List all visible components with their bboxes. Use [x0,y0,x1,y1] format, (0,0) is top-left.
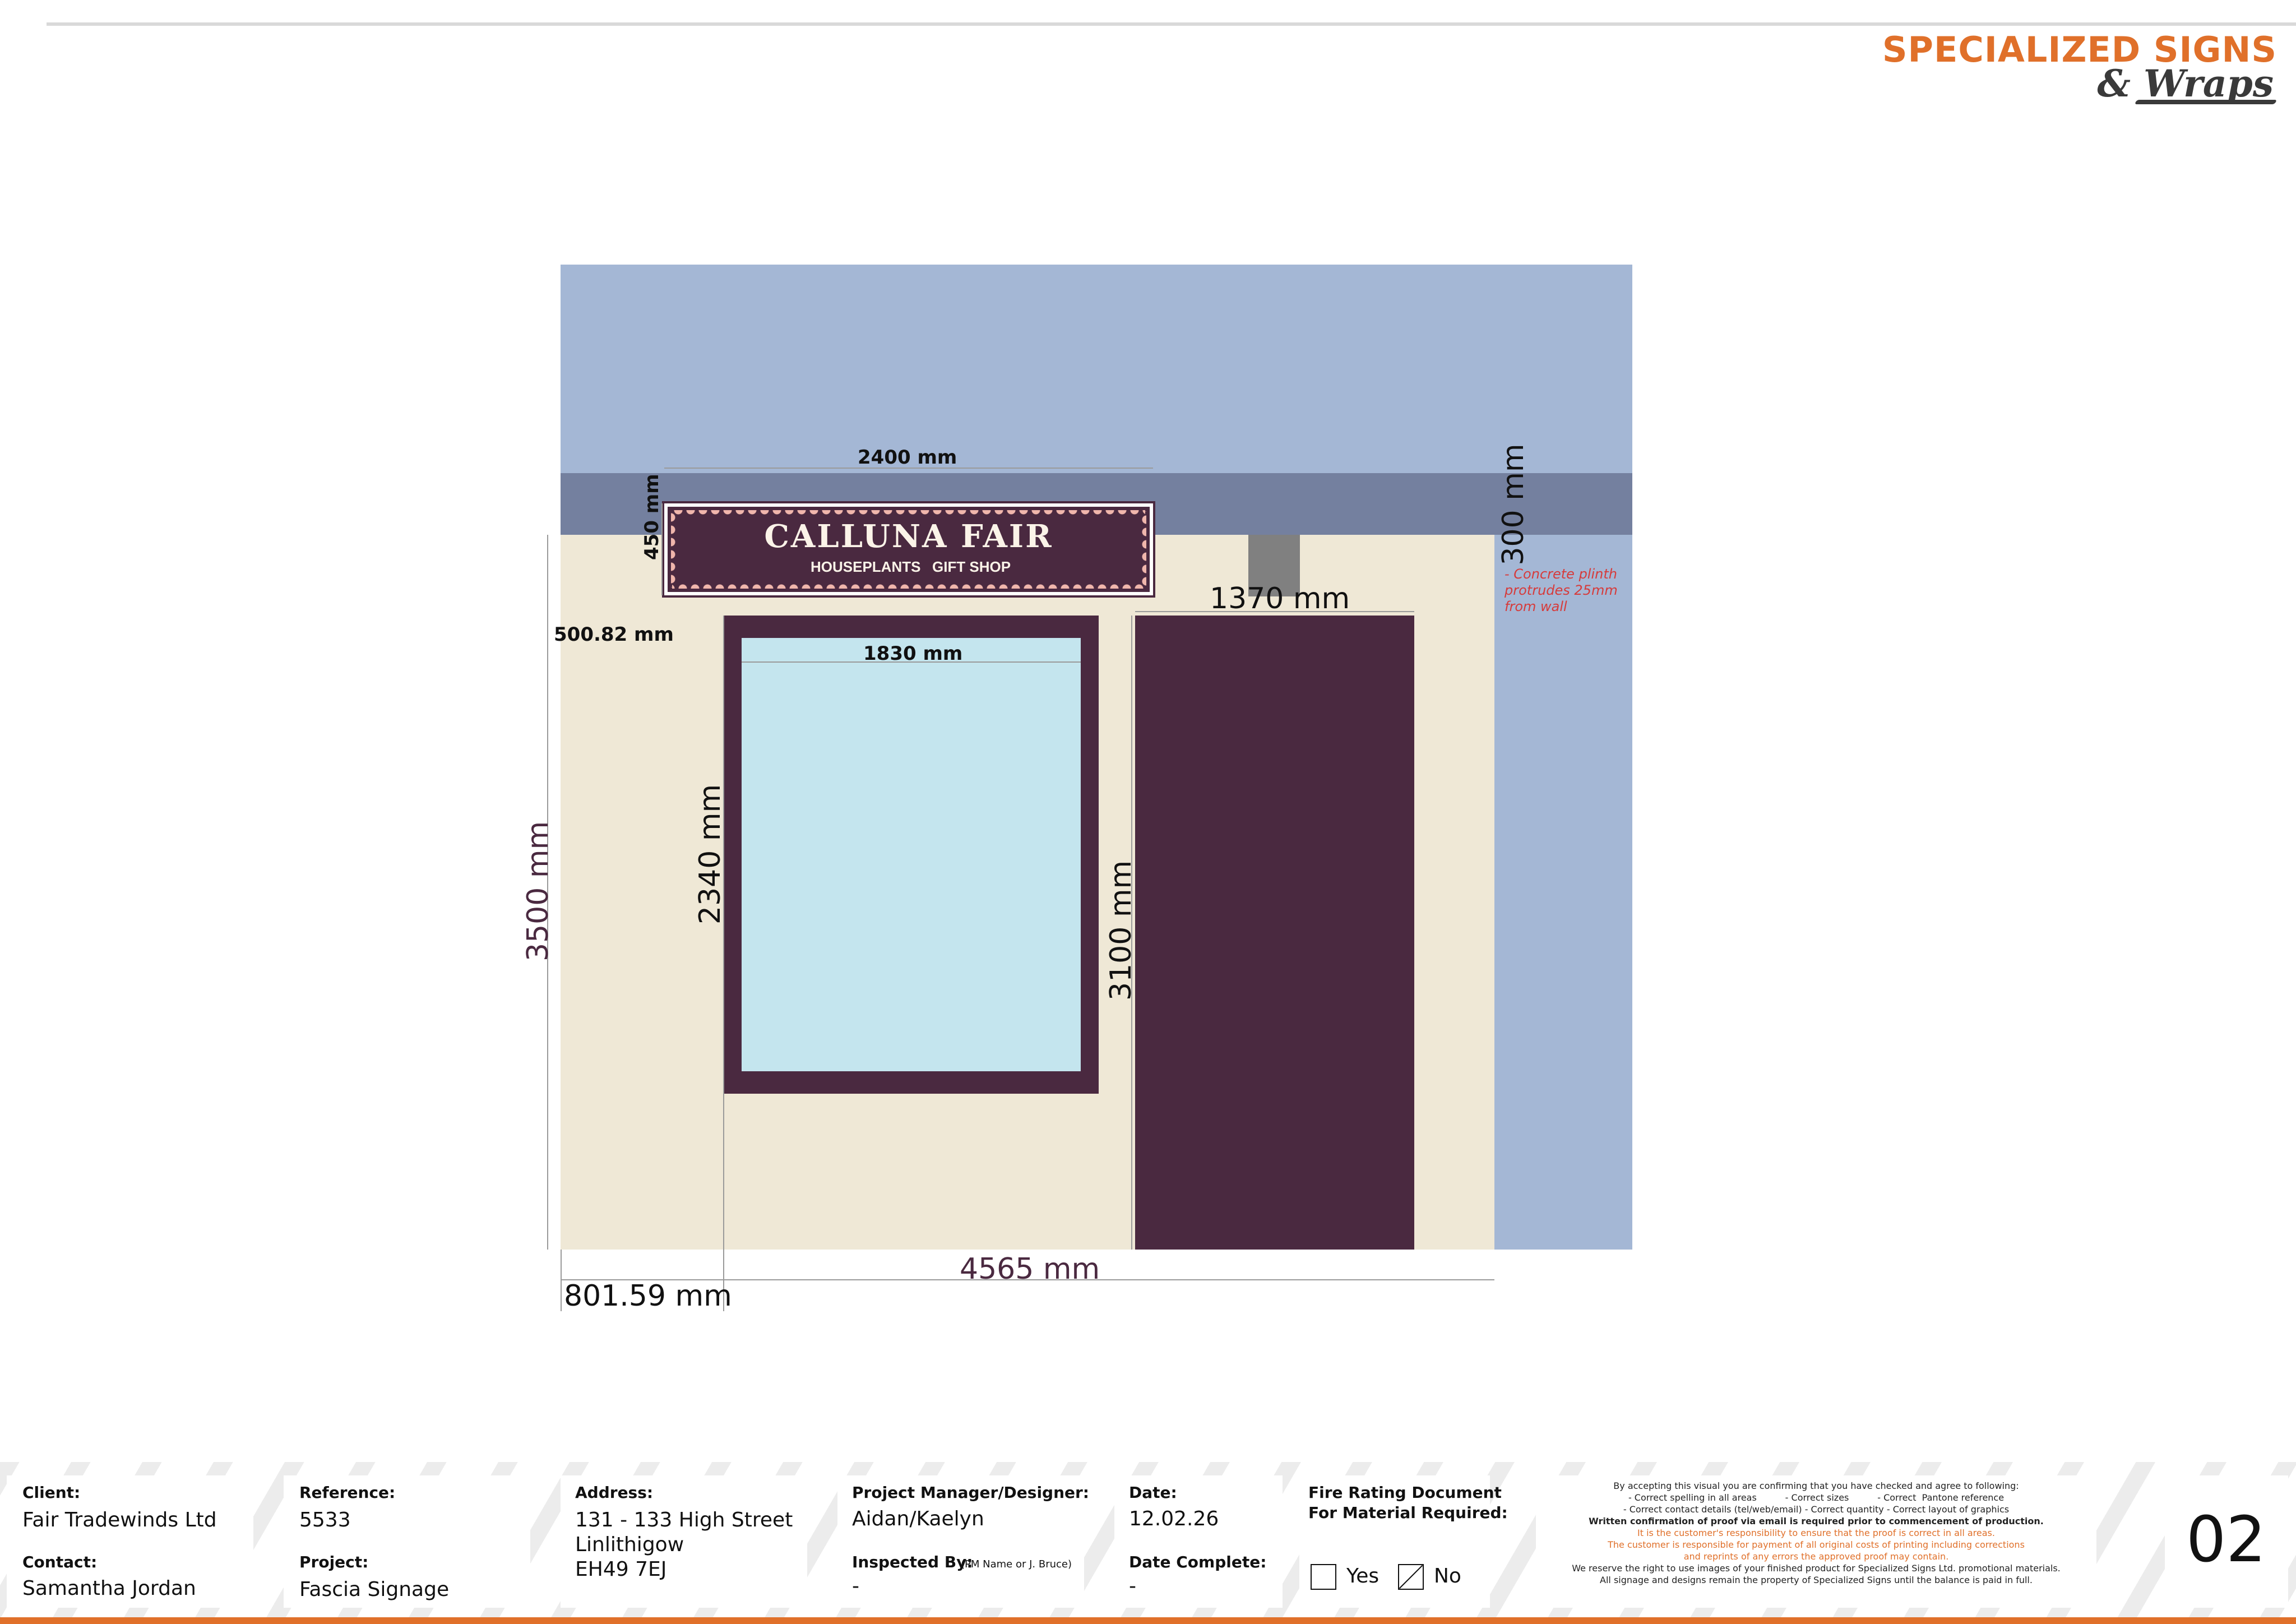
right-band-label: 300 mm [1497,443,1530,566]
legal-line-2: - Correct spelling in all areas - Correc… [1628,1492,2005,1503]
sign-height-label: 450 mm [641,474,663,560]
legal-terms: By accepting this visual you are confirm… [1558,1480,2074,1586]
footer-accent-bar [0,1617,2296,1624]
legal-line-7: and reprints of any errors the approved … [1683,1551,1949,1562]
contact-value: Samantha Jordan [22,1577,196,1600]
date-complete-value: - [1129,1575,1136,1598]
logo-swoosh [2134,100,2278,104]
reference-value: 5533 [299,1509,351,1532]
legal-line-5: It is the customer's responsibility to e… [1637,1528,1995,1538]
legal-line-6: The customer is responsible for payment … [1608,1539,2025,1550]
legal-line-9: All signage and designs remain the prope… [1600,1575,2033,1585]
checked-mark-icon [1399,1565,1423,1589]
total-width-label: 4565 mm [960,1252,1100,1286]
client-label: Client: [22,1483,81,1502]
door-height-label: 3100 mm [1104,860,1138,1001]
pm-value: Aidan/Kaelyn [852,1507,984,1530]
date-complete-label: Date Complete: [1129,1553,1267,1571]
inspected-hint: (PM Name or J. Bruce) [961,1558,1072,1570]
door-width-label: 1370 mm [1210,582,1350,616]
legal-line-8: We reserve the right to use images of yo… [1572,1563,2061,1574]
reference-label: Reference: [299,1483,396,1502]
date-value: 12.02.26 [1129,1507,1219,1530]
sign-title: CALLUNA FAIR [764,518,1053,555]
company-logo-script: & Wraps [2097,62,2274,105]
total-height-label: 3500 mm [521,821,555,961]
project-value: Fascia Signage [299,1578,450,1601]
plinth-note: - Concrete plinth protrudes 25mm from wa… [1505,566,1618,614]
fire-rating-yes-label: Yes [1346,1565,1380,1588]
window-width-label: 1830 mm [863,642,963,665]
address-line-2: Linlithigow [575,1533,684,1556]
fire-rating-label-1: Fire Rating Document [1308,1483,1502,1502]
window-glass [742,638,1081,1071]
top-rule [47,22,2296,26]
window-height-label: 2340 mm [693,784,727,924]
address-line-1: 131 - 133 High Street [575,1509,793,1532]
project-label: Project: [299,1553,369,1571]
fire-rating-no-checkbox[interactable] [1398,1564,1424,1590]
sign-width-label: 2400 mm [858,446,957,469]
address-label: Address: [575,1483,654,1502]
legal-line-4: Written confirmation of proof via email … [1589,1516,2044,1526]
left-offset-tick-right [723,1094,724,1311]
top-offset-label: 500.82 mm [554,623,674,646]
calluna-fair-sign: CALLUNA FAIR HOUSEPLANTS GIFT SHOP [662,501,1155,598]
date-label: Date: [1129,1483,1177,1502]
legal-line-3: - Correct contact details (tel/web/email… [1623,1504,2010,1515]
inspected-label: Inspected By: [852,1553,973,1571]
client-value: Fair Tradewinds Ltd [22,1509,217,1532]
sign-subtitle-right: GIFT SHOP [932,558,1011,575]
pm-label: Project Manager/Designer: [852,1483,1090,1502]
page-number: 02 [2186,1503,2266,1576]
fire-rating-no-label: No [1434,1565,1461,1588]
fire-rating-yes-checkbox[interactable] [1311,1564,1336,1590]
inspected-value: - [852,1575,859,1598]
fire-rating-label-2: For Material Required: [1308,1503,1508,1522]
sign-scallop-top [672,510,1145,518]
contact-label: Contact: [22,1553,98,1571]
left-offset-tick-left [561,1250,562,1311]
door [1135,616,1414,1250]
left-offset-label: 801.59 mm [564,1279,732,1313]
sign-subtitle-left: HOUSEPLANTS [811,558,921,575]
legal-line-1: By accepting this visual you are confirm… [1613,1480,2019,1491]
address-line-3: EH49 7EJ [575,1558,667,1581]
sign-scallop-bottom [672,581,1145,589]
